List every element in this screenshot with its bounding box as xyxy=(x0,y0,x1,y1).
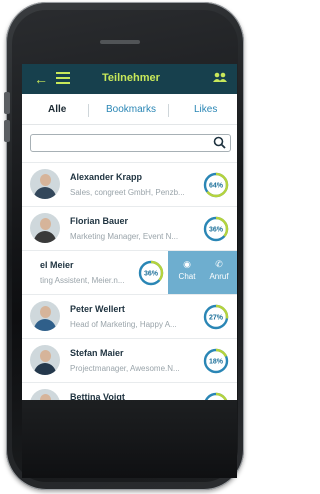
tab-alle[interactable]: Alle xyxy=(48,104,66,115)
people-icon[interactable] xyxy=(213,72,227,85)
participant-name: Peter Wellert xyxy=(70,304,125,314)
call-button[interactable]: ✆ Anruf xyxy=(204,259,234,281)
match-ring: 36% xyxy=(138,260,164,286)
call-label: Anruf xyxy=(209,272,229,281)
participant-name: Florian Bauer xyxy=(70,216,129,226)
swiped-content: el Meier ting Assistent, Meier.n... 36% xyxy=(22,251,172,295)
list-item[interactable]: Bettina Voigt 18% xyxy=(22,382,237,400)
app-header: ← Teilnehmer xyxy=(22,64,237,94)
volume-down-button xyxy=(4,120,10,142)
page-title: Teilnehmer xyxy=(102,72,160,84)
phone-speaker xyxy=(100,40,140,44)
swipe-actions: ◉ Chat ✆ Anruf xyxy=(168,251,237,295)
screen-bottom-bezel xyxy=(22,400,237,478)
chat-label: Chat xyxy=(178,272,196,281)
match-percent: 64% xyxy=(209,183,224,190)
match-ring: 27% xyxy=(203,304,229,330)
match-percent: 36% xyxy=(209,227,224,234)
match-percent: 36% xyxy=(144,271,159,278)
app-screen: ← Teilnehmer Alle Bookmarks Likes Alexan… xyxy=(22,64,237,400)
participant-subtitle: Head of Marketing, Happy A... xyxy=(70,320,177,329)
list-item[interactable]: Stefan Maier Projectmanager, Awesome.N..… xyxy=(22,338,237,383)
search-input[interactable] xyxy=(30,134,231,152)
tab-likes[interactable]: Likes xyxy=(194,104,217,115)
avatar xyxy=(30,301,60,331)
arrow-left-icon[interactable]: ← xyxy=(34,71,48,87)
participant-name: Bettina Voigt xyxy=(70,392,125,400)
chat-button[interactable]: ◉ Chat xyxy=(172,259,202,281)
phone-icon: ✆ xyxy=(215,259,223,269)
list-item[interactable]: Florian Bauer Marketing Manager, Event N… xyxy=(22,206,237,251)
chat-bubble-icon: ◉ xyxy=(183,259,191,269)
avatar xyxy=(30,169,60,199)
tab-bookmarks[interactable]: Bookmarks xyxy=(106,104,156,115)
match-percent: 27% xyxy=(209,315,224,322)
tab-divider xyxy=(168,104,169,117)
participant-name: el Meier xyxy=(40,260,74,270)
hamburger-menu-icon[interactable] xyxy=(56,72,70,84)
avatar xyxy=(30,213,60,243)
participant-subtitle: Sales, congreet GmbH, Penzb... xyxy=(70,188,185,197)
avatar xyxy=(30,345,60,375)
list-item-swiped[interactable]: el Meier ting Assistent, Meier.n... 36% … xyxy=(22,250,237,295)
list-item[interactable]: Alexander Krapp Sales, congreet GmbH, Pe… xyxy=(22,162,237,207)
participant-subtitle: Marketing Manager, Event N... xyxy=(70,232,179,241)
search-icon[interactable] xyxy=(213,136,226,149)
match-ring: 36% xyxy=(203,216,229,242)
avatar xyxy=(30,389,60,400)
participant-name: Alexander Krapp xyxy=(70,172,143,182)
participant-subtitle: Projectmanager, Awesome.N... xyxy=(70,364,180,373)
tab-bar: Alle Bookmarks Likes xyxy=(22,94,237,125)
participant-name: Stefan Maier xyxy=(70,348,124,358)
match-ring: 18% xyxy=(203,348,229,374)
match-percent: 18% xyxy=(209,359,224,366)
match-ring: 64% xyxy=(203,172,229,198)
tab-divider xyxy=(88,104,89,117)
volume-up-button xyxy=(4,92,10,114)
list-item[interactable]: Peter Wellert Head of Marketing, Happy A… xyxy=(22,294,237,339)
match-ring: 18% xyxy=(203,392,229,400)
